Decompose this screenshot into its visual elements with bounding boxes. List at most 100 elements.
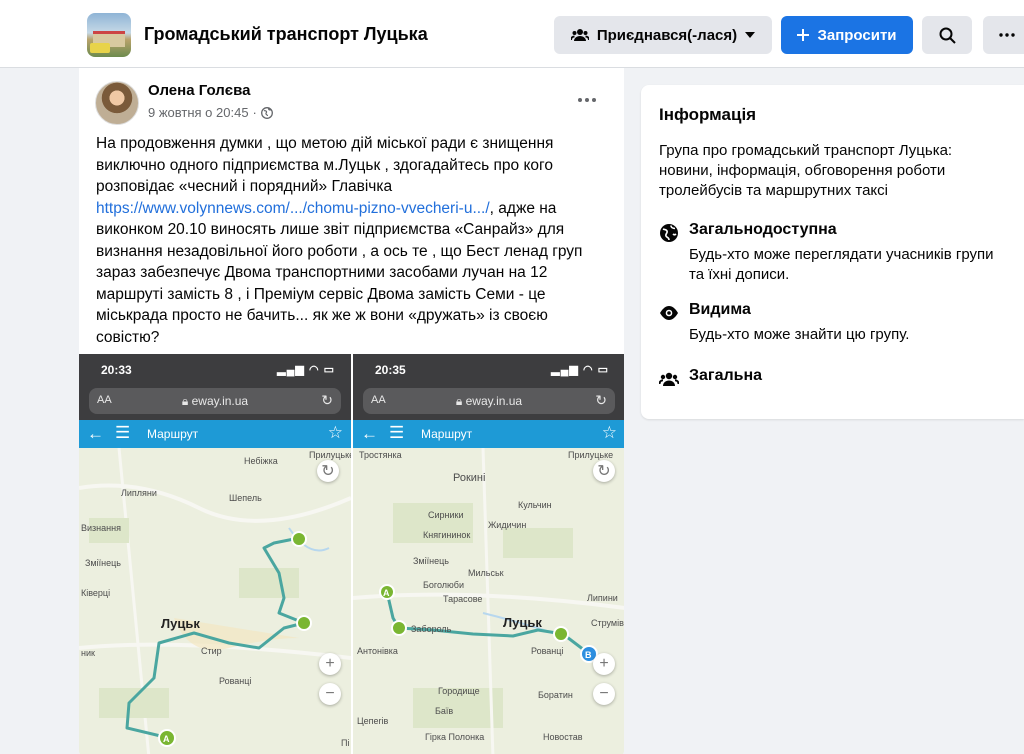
app-toolbar-title: Маршрут: [421, 427, 473, 441]
group-header: Громадський транспорт Луцька Приєднався(…: [0, 0, 1024, 68]
status-time: 20:33: [101, 363, 132, 377]
author-avatar[interactable]: [95, 81, 139, 125]
map-label: Городище: [438, 686, 480, 696]
star-icon: ☆: [327, 423, 343, 442]
map-label: Тарасове: [443, 594, 483, 604]
post-body: На продовження думки , що метою дій місь…: [96, 133, 610, 348]
locate-button: ↻: [317, 460, 339, 482]
group-cover-thumbnail[interactable]: [87, 13, 131, 57]
group-description: Група про громадський транспорт Луцька: …: [659, 142, 953, 199]
post-timestamp[interactable]: 9 жовтня о 20:45: [148, 105, 249, 120]
map-label: Жидичин: [488, 520, 527, 530]
browser-url-bar: AA 🔒︎ eway.in.ua ↻: [79, 384, 351, 420]
post-more-button[interactable]: [573, 86, 601, 114]
route-map: A B Тростянка Прилуцьке Рокині Кульчин С…: [353, 448, 624, 754]
privacy-description: Будь-хто може переглядати учасників груп…: [689, 246, 994, 283]
reload-icon: ↻: [595, 392, 607, 408]
zoom-out-button: −: [593, 683, 615, 705]
phone-status-bar: 20:35 ▂▄▆ ◠ ▭: [353, 354, 624, 384]
joined-button[interactable]: Приєднався(-лася): [554, 16, 772, 54]
route-map: A Небіжка Прилуцьке Липляни Шепель Визна…: [79, 448, 351, 754]
search-button[interactable]: [922, 16, 972, 54]
group-type-row: Загальна: [659, 367, 1009, 393]
map-label: Боголюби: [423, 580, 464, 590]
group-title[interactable]: Громадський транспорт Луцька: [144, 24, 428, 45]
visibility-title: Видима: [689, 301, 751, 318]
map-label: Забороль: [411, 624, 452, 634]
app-toolbar: ← ☰ Маршрут ☆: [353, 420, 624, 448]
map-label: Зміїнець: [85, 558, 121, 568]
url-text: 🔒︎ eway.in.ua: [181, 394, 249, 408]
search-icon: [939, 27, 956, 44]
map-city-label: Луцьк: [161, 616, 200, 631]
map-label: Гірка Полонка: [425, 732, 485, 742]
hamburger-icon: ☰: [115, 423, 131, 442]
end-marker-label: B: [585, 650, 592, 660]
map-label: Баїв: [435, 706, 454, 716]
map-label: Антонівка: [357, 646, 398, 656]
group-info-card: Інформація Група про громадський транспо…: [641, 85, 1024, 419]
map-label: Новостав: [543, 732, 583, 742]
people-icon: [659, 372, 679, 386]
map-label: Шепель: [229, 493, 262, 503]
map-label: Рованці: [531, 646, 564, 656]
post-image-1[interactable]: 20:33 ▂▄▆ ◠ ▭ AA 🔒︎ eway.in.ua ↻ ← ☰ Мар…: [79, 354, 351, 754]
map-label: ник: [81, 648, 95, 658]
map-drawing: A: [79, 448, 351, 754]
post-link[interactable]: https://www.volynnews.com/.../chomu-pizn…: [96, 200, 490, 217]
url-text: 🔒︎ eway.in.ua: [455, 394, 523, 408]
invite-button[interactable]: Запросити: [781, 16, 913, 54]
start-marker-label: A: [383, 588, 390, 598]
post-image-2[interactable]: 20:35 ▂▄▆ ◠ ▭ AA 🔒︎ eway.in.ua ↻ ← ☰ Мар…: [353, 354, 624, 754]
map-label: Боратин: [538, 690, 573, 700]
map-label: Сирники: [428, 510, 464, 520]
start-marker-label: A: [163, 734, 170, 744]
map-label: Прилуцьке: [568, 450, 614, 460]
people-icon: [570, 29, 589, 41]
post-meta: 9 жовтня о 20:45 ·: [148, 105, 273, 120]
back-arrow-icon: ←: [87, 424, 104, 443]
star-icon: ☆: [601, 423, 617, 442]
post-text-part-2: , адже на виконком 20.10 виносять лише з…: [96, 199, 583, 346]
map-label: Кульчин: [518, 500, 552, 510]
visibility-row: Видима Будь-хто може знайти цю групу.: [659, 301, 1009, 345]
map-label: Липини: [587, 593, 618, 603]
zoom-in-button: +: [319, 653, 341, 675]
zoom-in-button: +: [593, 653, 615, 675]
hamburger-icon: ☰: [389, 423, 405, 442]
caret-down-icon: [745, 32, 756, 38]
eye-icon: [660, 306, 678, 320]
map-label: Рованці: [219, 676, 252, 686]
more-options-button[interactable]: [983, 16, 1024, 54]
map-label: Мильськ: [468, 568, 504, 578]
group-type-title: Загальна: [689, 367, 763, 384]
privacy-public-row: Загальнодоступна Будь-хто може перегляда…: [659, 221, 1009, 283]
map-label: Тростянка: [359, 450, 402, 460]
globe-icon: [260, 106, 273, 119]
browser-url-bar: AA 🔒︎ eway.in.ua ↻: [353, 384, 624, 420]
app-toolbar-title: Маршрут: [147, 427, 199, 441]
globe-icon: [660, 224, 678, 242]
map-label: Липляни: [121, 488, 157, 498]
app-toolbar: ← ☰ Маршрут ☆: [79, 420, 351, 448]
map-label: Ківерці: [81, 588, 111, 598]
map-drawing: A B: [353, 448, 624, 754]
map-label: Зміїнець: [413, 556, 449, 566]
post-author[interactable]: Олена Голєва: [148, 82, 250, 99]
map-label: Струмівка: [591, 618, 624, 628]
joined-label: Приєднався(-лася): [596, 26, 738, 44]
signal-wifi-battery-icon: ▂▄▆ ◠ ▭: [551, 364, 609, 376]
invite-label: Запросити: [817, 26, 897, 44]
map-city-label: Луцьк: [503, 615, 542, 630]
map-label: Княгининок: [423, 530, 471, 540]
status-time: 20:35: [375, 363, 406, 377]
locate-button: ↻: [593, 460, 615, 482]
plus-icon: [797, 29, 810, 41]
info-title: Інформація: [659, 105, 757, 124]
map-label: Пі: [341, 738, 350, 748]
post-text-part-1: На продовження думки , що метою дій місь…: [96, 135, 554, 195]
lock-icon: 🔒︎: [455, 394, 466, 408]
map-label: Рокині: [453, 472, 486, 484]
signal-wifi-battery-icon: ▂▄▆ ◠ ▭: [277, 364, 335, 376]
map-label: Прилуцьке: [309, 450, 351, 460]
